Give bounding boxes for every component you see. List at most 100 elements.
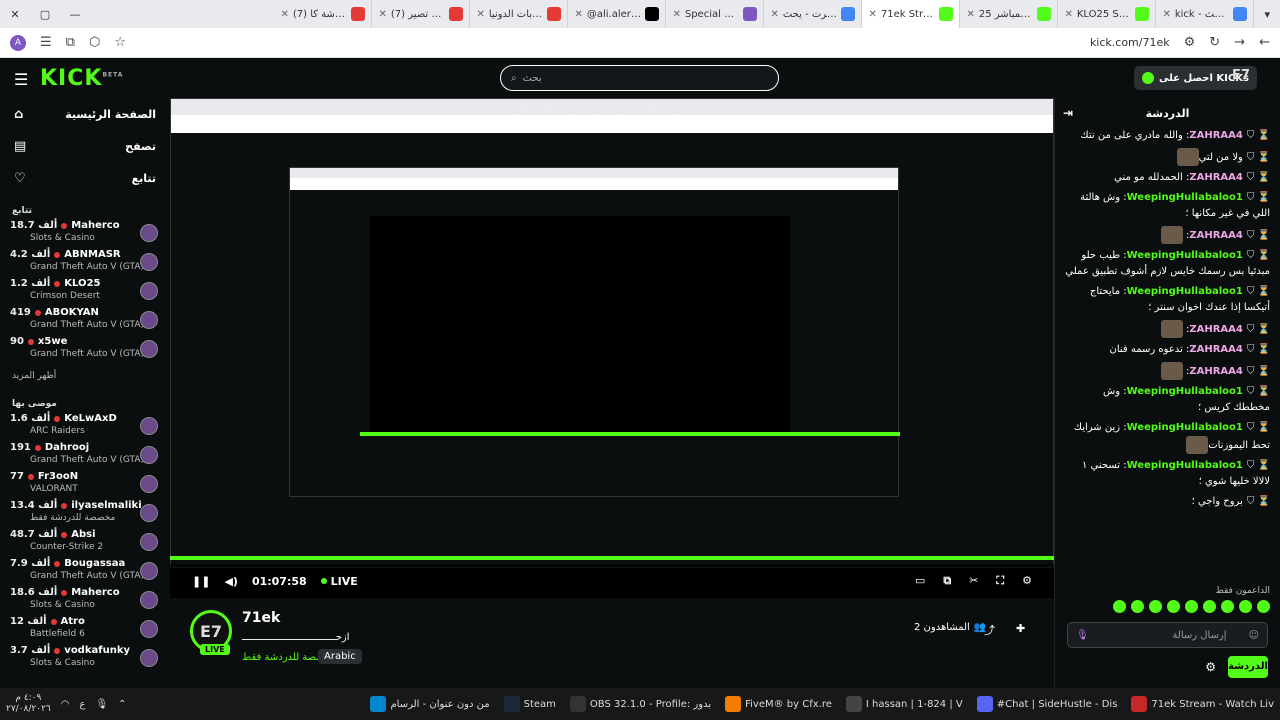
chat-username[interactable]: WeepingHullabaloo1: [1127, 250, 1243, 261]
chat-input[interactable]: 🎙 إرسال رسالة ☺: [1067, 622, 1268, 648]
emoji-picker-icon[interactable]: ☺: [1249, 630, 1259, 641]
taskbar-item[interactable]: OBS 32.1.0 - Profile: بدور: [569, 696, 711, 712]
browser-tab[interactable]: ✕ سيتمل البرت - يحث: [764, 0, 863, 28]
theater-mode-icon[interactable]: ▭: [915, 574, 925, 588]
emote-icon[interactable]: [1167, 600, 1180, 613]
extensions-icon[interactable]: ⧉: [66, 35, 75, 50]
channel-item[interactable]: 419 ABOKYAN Grand Theft Auto V (GTA): [0, 307, 170, 336]
chat-username[interactable]: ZAHRAA4: [1189, 324, 1243, 335]
kick-logo[interactable]: KICKBETA: [40, 66, 123, 91]
channel-item[interactable]: 1.2 ألف KLO25 Crimson Desert: [0, 278, 170, 307]
back-icon[interactable]: ←: [1259, 35, 1270, 50]
language-tag[interactable]: Arabic: [318, 649, 362, 664]
browser-tab[interactable]: ✕ Special Alert: [666, 0, 765, 28]
mic-tray-icon[interactable]: 🎙: [95, 699, 108, 710]
tab-close-icon[interactable]: ✕: [966, 9, 974, 20]
chat-username[interactable]: WeepingHullabaloo1: [1127, 286, 1243, 297]
channel-item[interactable]: 191 Dahrooj Grand Theft Auto V (GTA): [0, 442, 170, 471]
browser-tab[interactable]: ✕ يتبع البوبات الدونيا: [470, 0, 569, 28]
fullscreen-icon[interactable]: ⛶: [996, 574, 1004, 588]
chat-username[interactable]: ZAHRAA4: [1189, 130, 1243, 141]
tab-sidebar-icon[interactable]: ☰: [40, 35, 52, 50]
browser-tab[interactable]: ✕ (7) البث شاشة كا: [274, 0, 373, 28]
sidebar-nav-item[interactable]: ⌂ الصفحة الرئيسية: [0, 98, 170, 130]
emote-icon[interactable]: [1257, 600, 1270, 613]
chat-username[interactable]: WeepingHullabaloo1: [1127, 422, 1243, 433]
browser-tab[interactable]: ✕ (7) البث تصير: [372, 0, 471, 28]
user-avatar[interactable]: E7: [1232, 68, 1250, 83]
chat-send-button[interactable]: الدردشة: [1228, 656, 1268, 678]
bookmark-star-icon[interactable]: ☆: [114, 35, 126, 50]
channel-item[interactable]: 48.7 ألف Absi Counter-Strike 2: [0, 529, 170, 558]
channel-item[interactable]: 3.7 ألف vodkafunky Slots & Casino: [0, 645, 170, 674]
reload-icon[interactable]: ↻: [1209, 35, 1220, 50]
pip-icon[interactable]: ⧉: [943, 574, 951, 588]
chat-username[interactable]: WeepingHullabaloo1: [1127, 460, 1243, 471]
channel-item[interactable]: 90 x5we Grand Theft Auto V (GTA): [0, 336, 170, 365]
forward-icon[interactable]: →: [1234, 35, 1245, 50]
channel-item[interactable]: 1.6 ألف KeLwAxD ARC Raiders: [0, 413, 170, 442]
streamer-name[interactable]: 71ek: [242, 610, 280, 626]
channel-item[interactable]: 77 Fr3ooN VALORANT: [0, 471, 170, 500]
menu-icon[interactable]: ☰: [14, 70, 28, 89]
collapse-chat-icon[interactable]: ⇥: [1063, 106, 1073, 120]
search-input[interactable]: ⌕ بحث: [500, 65, 779, 91]
minimize-window-icon[interactable]: —: [60, 8, 90, 21]
tab-close-icon[interactable]: ✕: [1162, 9, 1170, 20]
site-settings-icon[interactable]: ⚙: [1184, 35, 1196, 50]
taskbar-item[interactable]: 71ek Stream - Watch Liv: [1131, 696, 1274, 712]
maximize-window-icon[interactable]: ▢: [30, 8, 60, 21]
chat-settings-icon[interactable]: ⚙: [1205, 660, 1216, 674]
chat-username[interactable]: ZAHRAA4: [1189, 344, 1243, 355]
wifi-icon[interactable]: ◠: [61, 699, 70, 710]
chat-username[interactable]: WeepingHullabaloo1: [1127, 386, 1243, 397]
settings-gear-icon[interactable]: ⚙: [1022, 574, 1032, 588]
mic-icon[interactable]: 🎙: [1076, 630, 1089, 641]
taskbar-item[interactable]: Steam: [503, 696, 556, 712]
emote-icon[interactable]: [1239, 600, 1252, 613]
tab-search-icon[interactable]: ▾: [1254, 8, 1280, 21]
taskbar-item[interactable]: FiveM® by Cfx.re: [725, 696, 832, 712]
emote-icon[interactable]: [1185, 600, 1198, 613]
browser-tab[interactable]: ✕ @ali.alert) | TikTok: [568, 0, 667, 28]
channel-item[interactable]: 18.7 ألف Maherco Slots & Casino: [0, 220, 170, 249]
browser-tab[interactable]: ✕ 71ek Stream: [862, 0, 961, 28]
tab-close-icon[interactable]: ✕: [868, 9, 876, 20]
pause-icon[interactable]: ❚❚: [192, 575, 210, 588]
channel-item[interactable]: 13.4 ألف ilyaselmaliki مخصصة للدردشة فقط: [0, 500, 170, 529]
emote-icon[interactable]: [1221, 600, 1234, 613]
clip-icon[interactable]: ✂: [969, 574, 978, 588]
emote-icon[interactable]: [1131, 600, 1144, 613]
taskbar-item[interactable]: من دون عنوان - الرسام: [370, 696, 490, 712]
sidebar-nav-item[interactable]: ▤ تصفح: [0, 130, 170, 162]
chat-username[interactable]: WeepingHullabaloo1: [1127, 192, 1243, 203]
lang-indicator[interactable]: ع: [79, 699, 85, 710]
share-icon[interactable]: ⤴: [984, 622, 995, 638]
channel-item[interactable]: 12 ألف Atro Battlefield 6: [0, 616, 170, 645]
chat-username[interactable]: ZAHRAA4: [1189, 172, 1243, 183]
add-friend-icon[interactable]: ✚: [1016, 622, 1025, 635]
browser-tab[interactable]: ✕ KLO25 Stream -: [1058, 0, 1157, 28]
channel-item[interactable]: 7.9 ألف Bougassaa Grand Theft Auto V (GTA): [0, 558, 170, 587]
tab-close-icon[interactable]: ✕: [574, 9, 582, 20]
tab-close-icon[interactable]: ✕: [280, 9, 288, 20]
sidebar-nav-item[interactable]: ♡ تتابع: [0, 162, 170, 194]
video-player[interactable]: سبحان الله وبحمده سبحان الله العظيم ❚❚ ◀…: [170, 98, 1054, 598]
volume-icon[interactable]: ◀): [224, 575, 238, 588]
tab-close-icon[interactable]: ✕: [476, 9, 484, 20]
live-indicator[interactable]: LIVE: [321, 575, 358, 588]
close-window-icon[interactable]: ✕: [0, 8, 30, 21]
taskbar-item[interactable]: I hassan | 1-824 | V: [845, 696, 963, 712]
tab-close-icon[interactable]: ✕: [672, 9, 680, 20]
browser-tab[interactable]: ✕ kick - بحث Google: [1156, 0, 1255, 28]
show-more-link[interactable]: أظهر المزيد: [0, 365, 170, 387]
taskbar-item[interactable]: #Chat | SideHustle - Dis: [976, 696, 1117, 712]
shield-icon[interactable]: ⬡: [89, 35, 100, 50]
chat-username[interactable]: ZAHRAA4: [1189, 230, 1243, 241]
system-clock[interactable]: ٤:٠٩ م ٢٧/٠٨/٢٠٢٦: [6, 693, 51, 715]
channel-item[interactable]: 4.2 ألف ABNMASR Grand Theft Auto V (GTA): [0, 249, 170, 278]
tab-close-icon[interactable]: ✕: [770, 9, 778, 20]
emote-icon[interactable]: [1113, 600, 1126, 613]
tray-expand-icon[interactable]: ⌃: [118, 699, 126, 710]
tab-close-icon[interactable]: ✕: [1064, 9, 1072, 20]
